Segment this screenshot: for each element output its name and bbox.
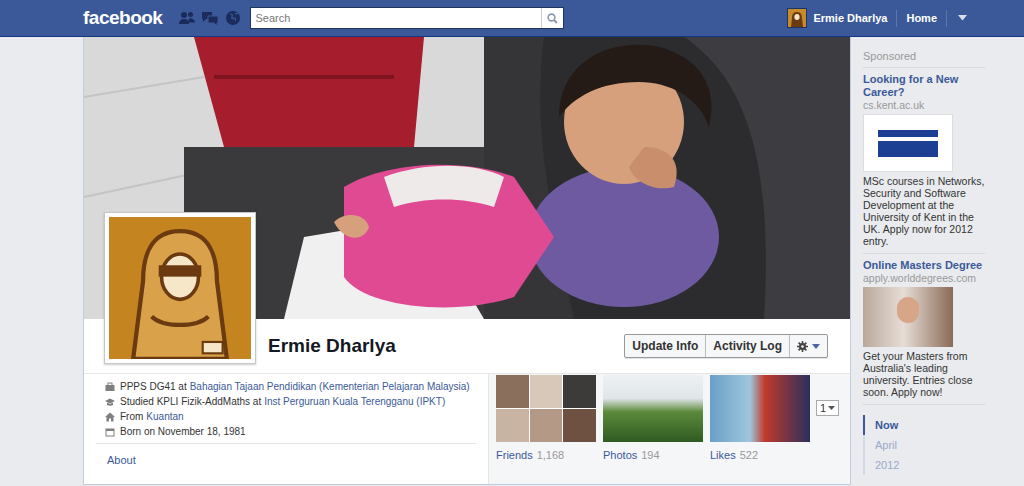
profile-tile[interactable]: Photos 194 (603, 375, 703, 462)
sponsored-heading: Sponsored (863, 50, 985, 68)
right-sidebar: SponsoredLooking for a New Career?cs.ken… (863, 37, 985, 475)
tile-title[interactable]: Photos (603, 449, 637, 461)
info-text: From (120, 409, 143, 424)
info-item: FromKuantan (105, 409, 488, 424)
home-link[interactable]: Home (906, 10, 937, 27)
ad-unit[interactable]: Looking for a New Career?cs.kent.ac.uk MS… (863, 68, 985, 254)
search-button[interactable] (541, 8, 563, 28)
notifications-globe-icon (224, 10, 242, 26)
nav-separator (896, 10, 897, 27)
likes-thumbnail[interactable] (710, 375, 810, 442)
gear-icon (797, 341, 808, 352)
timeline-card: Ermie Dharlya Update InfoActivity Log PPPS… (83, 37, 851, 485)
ad-image[interactable] (863, 287, 953, 347)
photos-thumbnail[interactable] (603, 375, 703, 442)
account-nav: Ermie Dharlya Home (787, 8, 987, 28)
user-avatar-icon (787, 8, 807, 28)
tile-count: 194 (641, 449, 659, 461)
ad-title[interactable]: Online Masters Degree (863, 259, 985, 272)
friend-photo (563, 409, 596, 442)
friend-requests-icon (178, 10, 196, 26)
profile-tiles: Friends 1,168 Photos 194 Likes 522 1 (488, 374, 850, 484)
tile-label: Friends 1,168 (496, 448, 596, 462)
ad-image[interactable] (863, 114, 953, 172)
facebook-logo[interactable]: facebook (83, 8, 162, 27)
friend-photo (563, 375, 596, 408)
profile-tile[interactable]: Likes 522 (710, 375, 810, 462)
logo-shape (878, 141, 938, 157)
search-input[interactable] (251, 8, 541, 28)
tile-title[interactable]: Friends (496, 449, 533, 461)
ad-body: Get your Masters from Australia's leadin… (863, 350, 985, 398)
friend-photo (496, 375, 529, 408)
about-link[interactable]: About (107, 454, 136, 466)
ad-body: MSc courses in Networks, Security and So… (863, 175, 985, 247)
top-bar-inner: facebook Ermie Dharlya Home (83, 7, 987, 29)
ad-title[interactable]: Looking for a New Career? (863, 73, 985, 99)
about-section: About (96, 443, 476, 484)
settings-button[interactable] (790, 335, 827, 357)
info-link[interactable]: Kuantan (146, 409, 183, 424)
tiles-pager-button[interactable]: 1 (816, 400, 839, 416)
top-bar: facebook Ermie Dharlya Home (0, 0, 1024, 37)
friends-thumbnail[interactable] (496, 375, 596, 442)
profile-name: Ermie Dharlya (268, 334, 396, 358)
profile-header: Ermie Dharlya Update InfoActivity Log (84, 319, 850, 373)
tile-count: 522 (740, 449, 758, 461)
info-link[interactable]: Inst Perguruan Kuala Terengganu (IPKT) (264, 394, 445, 409)
profile-tile[interactable]: Friends 1,168 (496, 375, 596, 462)
scrubber-item[interactable]: Now (863, 415, 985, 435)
birthday-icon (105, 427, 115, 437)
info-item: Studied KPLI Fizik-AddMaths atInst Pergu… (105, 394, 488, 409)
tile-count: 1,168 (537, 449, 565, 461)
friends-collage (496, 375, 596, 442)
account-menu-arrow-icon[interactable] (958, 15, 967, 21)
dropdown-arrow-icon (812, 344, 820, 349)
activity-log-button[interactable]: Activity Log (706, 335, 790, 357)
tile-label: Photos 194 (603, 448, 703, 462)
profile-picture[interactable] (104, 212, 256, 364)
timeline-scrubber: NowApril2012 (863, 415, 985, 475)
info-list: PPPS DG41 atBahagian Tajaan Pendidikan (… (84, 374, 488, 439)
friend-photo (496, 409, 529, 442)
friend-photo (530, 409, 563, 442)
update-info-button[interactable]: Update Info (625, 335, 706, 357)
education-icon (105, 397, 115, 407)
info-link[interactable]: Bahagian Tajaan Pendidikan (Kementerian … (190, 379, 470, 394)
ad-unit[interactable]: Online Masters Degreeapply.worlddegrees.… (863, 254, 985, 405)
profile-actions: Update InfoActivity Log (624, 334, 828, 358)
messages-icon (201, 10, 219, 26)
scrubber-item[interactable]: April (865, 435, 985, 455)
ad-domain: cs.kent.ac.uk (863, 99, 985, 111)
logo-shape (878, 130, 938, 137)
pager-number: 1 (820, 402, 826, 414)
user-name-link[interactable]: Ermie Dharlya (813, 10, 887, 27)
tile-label: Likes 522 (710, 448, 810, 462)
work-icon (105, 382, 115, 392)
friend-photo (530, 375, 563, 408)
profile-info-row: PPPS DG41 atBahagian Tajaan Pendidikan (… (84, 373, 850, 484)
profile-info: PPPS DG41 atBahagian Tajaan Pendidikan (… (84, 374, 488, 484)
search-box (250, 7, 564, 29)
home-icon (105, 412, 115, 422)
magnifier-icon (547, 13, 558, 24)
nav-separator (946, 10, 947, 27)
scrubber-item[interactable]: 2012 (865, 455, 985, 475)
tile-title[interactable]: Likes (710, 449, 736, 461)
info-text: Studied KPLI Fizik-AddMaths at (120, 394, 261, 409)
jewel-icons (178, 10, 242, 26)
page-body: Ermie Dharlya Update InfoActivity Log PPPS… (83, 37, 1024, 485)
info-item: Born on November 18, 1981 (105, 424, 488, 439)
info-text: Born on November 18, 1981 (120, 424, 246, 439)
ad-domain: apply.worlddegrees.com (863, 272, 985, 284)
info-item: PPPS DG41 atBahagian Tajaan Pendidikan (… (105, 379, 488, 394)
dropdown-arrow-icon (828, 406, 835, 410)
info-text: PPPS DG41 at (120, 379, 187, 394)
person-face (897, 297, 919, 323)
